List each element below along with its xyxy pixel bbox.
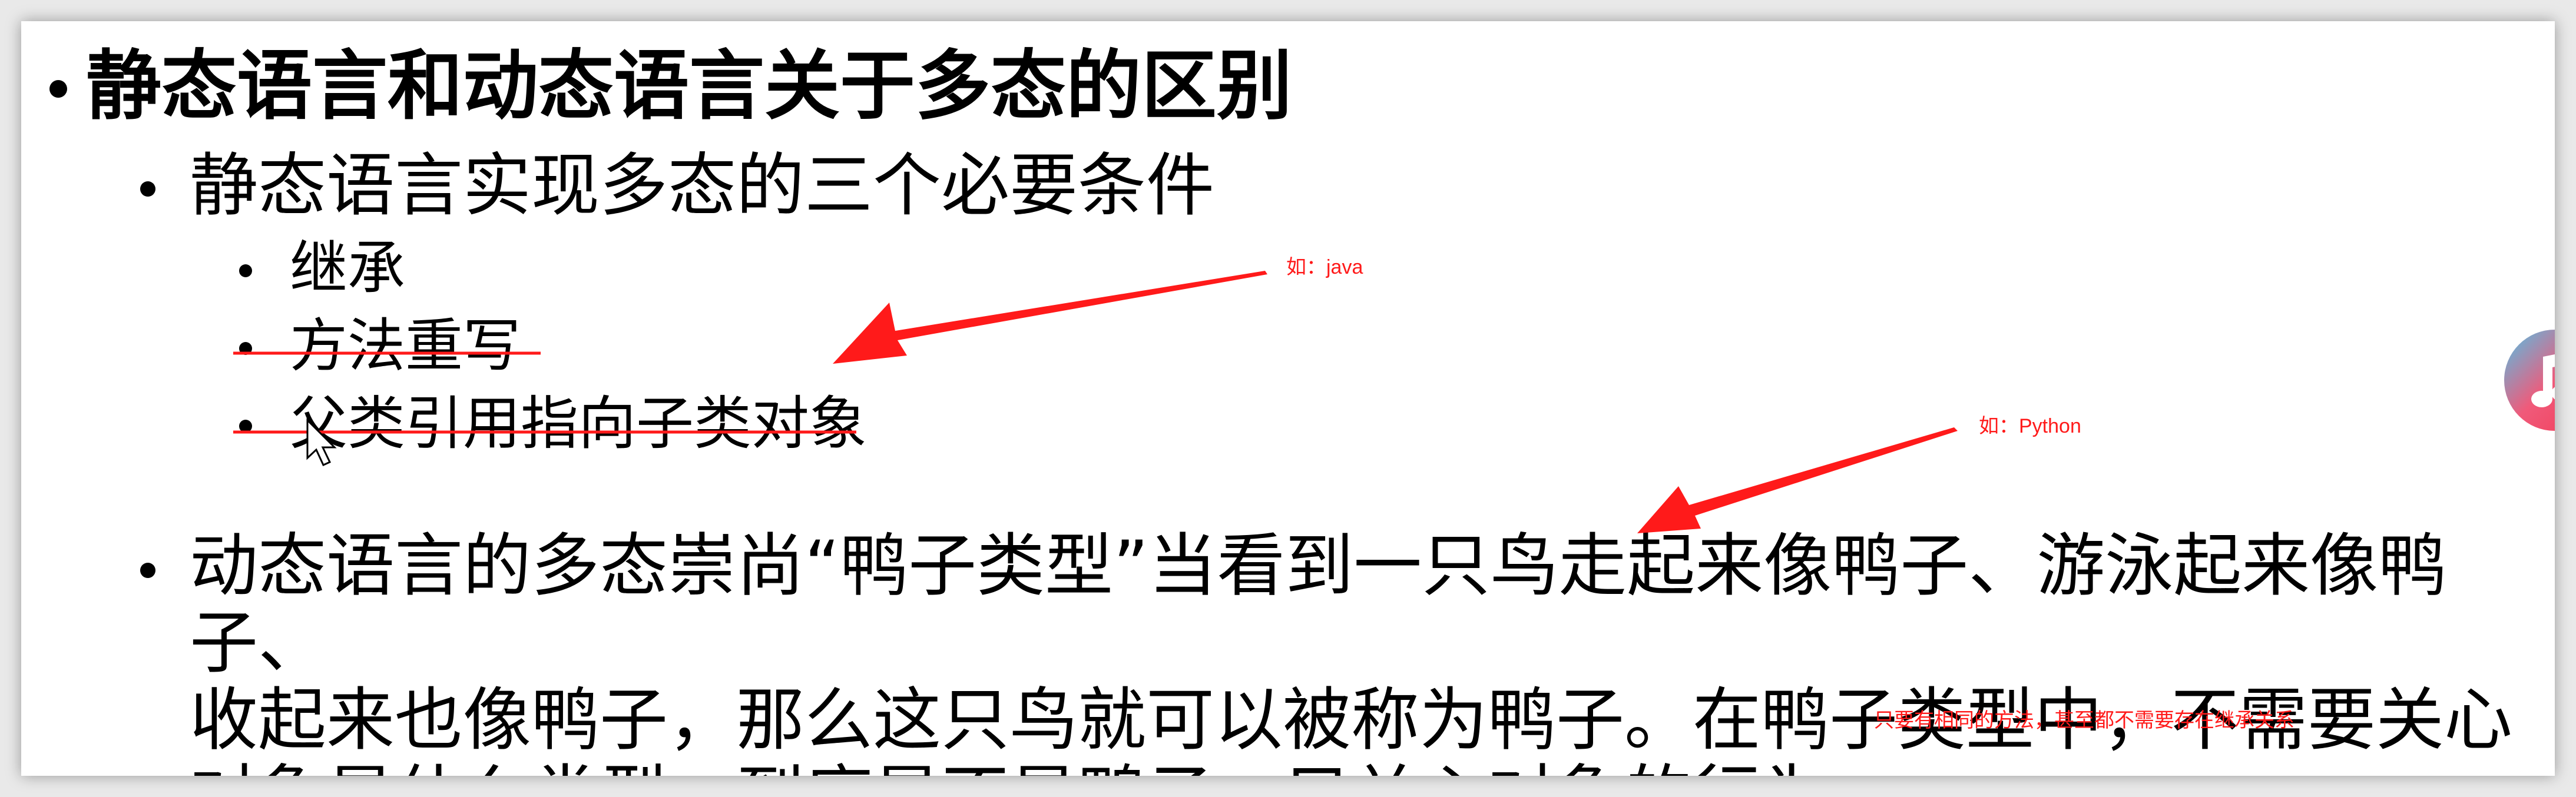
static-language-heading: 静态语言实现多态的三个必要条件: [190, 146, 1214, 225]
arrow-to-python-example: [1637, 427, 1958, 533]
condition-bullet-parent-reference: [239, 420, 252, 433]
condition-method-override: 方法重写: [290, 313, 521, 380]
condition-parent-reference: 父类引用指向子类对象: [290, 390, 868, 457]
music-app-icon[interactable]: [2502, 327, 2555, 433]
annotation-inheritance: 只要有相同的方法，甚至都不需要存在继承关系: [1874, 709, 2294, 732]
dynamic-bullet: [140, 563, 155, 578]
dynamic-language-paragraph: 动态语言的多态崇尚“鸭子类型”当看到一只鸟走起来像鸭子、游泳起来像鸭子、 收起来…: [190, 526, 2512, 776]
condition-inheritance: 继承: [290, 235, 406, 302]
annotation-python: 如：Python: [1979, 415, 2081, 437]
presentation-slide: 静态语言和动态语言关于多态的区别 静态语言实现多态的三个必要条件 继承 方法重写…: [21, 21, 2555, 776]
condition-bullet-inheritance: [239, 264, 252, 277]
slide-title: 静态语言和动态语言关于多态的区别: [86, 42, 1293, 130]
arrow-to-java-example: [833, 271, 1267, 364]
subtitle-bullet: [140, 181, 155, 197]
annotation-java: 如：java: [1286, 256, 1363, 278]
condition-bullet-override: [239, 342, 252, 355]
title-bullet: [49, 80, 67, 98]
